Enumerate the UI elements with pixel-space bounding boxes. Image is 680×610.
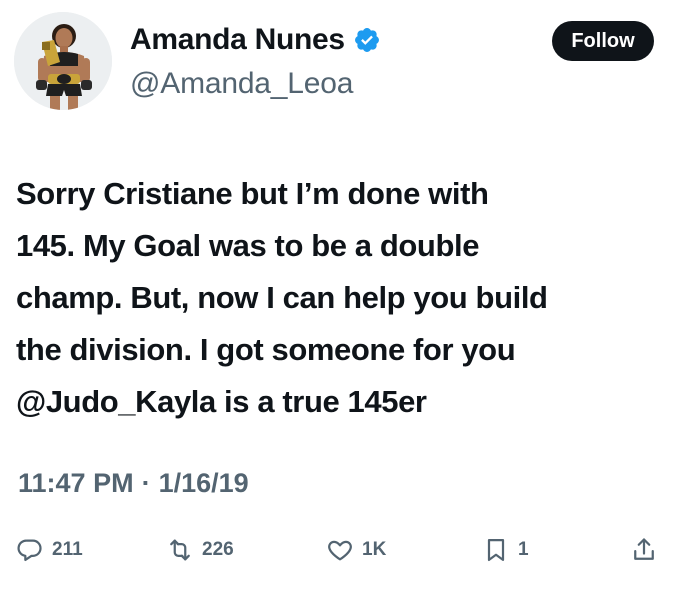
tweet-text-line: the division. I got someone for you xyxy=(16,332,516,367)
repost-icon xyxy=(166,536,194,564)
tweet-text: Sorry Cristiane but I’m done with 145. M… xyxy=(16,168,666,428)
like-count: 1K xyxy=(362,539,387,560)
author-handle[interactable]: @Amanda_Leoa xyxy=(130,64,353,104)
bookmark-icon xyxy=(482,536,510,564)
tweet-text-line: Sorry Cristiane but I’m done with xyxy=(16,176,489,211)
share-icon xyxy=(630,536,658,564)
tweet-actions-bar: 211 226 1K 1 xyxy=(0,528,680,572)
author-name-row: Amanda Nunes xyxy=(130,20,381,60)
repost-count: 226 xyxy=(202,539,234,560)
author-display-name[interactable]: Amanda Nunes xyxy=(130,20,345,60)
heart-icon xyxy=(326,536,354,564)
bookmark-count: 1 xyxy=(518,539,529,560)
tweet-text-line: @Judo_Kayla is a true 145er xyxy=(16,384,427,419)
tweet-date[interactable]: 1/16/19 xyxy=(159,463,249,503)
tweet-card: Amanda Nunes @Amanda_Leoa Follow Sorry C… xyxy=(0,0,680,610)
reply-icon xyxy=(16,536,44,564)
tweet-text-line: 145. My Goal was to be a double xyxy=(16,228,480,263)
tweet-text-line: champ. But, now I can help you build xyxy=(16,280,548,315)
reply-button[interactable]: 211 xyxy=(16,528,83,572)
avatar[interactable] xyxy=(14,12,112,110)
reply-count: 211 xyxy=(52,539,83,560)
verified-badge-icon[interactable] xyxy=(353,26,381,54)
like-button[interactable]: 1K xyxy=(326,528,386,572)
share-button[interactable] xyxy=(630,528,658,572)
bookmark-button[interactable]: 1 xyxy=(482,528,529,572)
timestamp-separator: · xyxy=(141,468,151,498)
tweet-timestamp[interactable]: 11:47 PM · 1/16/19 xyxy=(18,463,249,503)
follow-button[interactable]: Follow xyxy=(552,21,654,61)
repost-button[interactable]: 226 xyxy=(166,528,234,572)
tweet-time[interactable]: 11:47 PM xyxy=(18,463,134,503)
